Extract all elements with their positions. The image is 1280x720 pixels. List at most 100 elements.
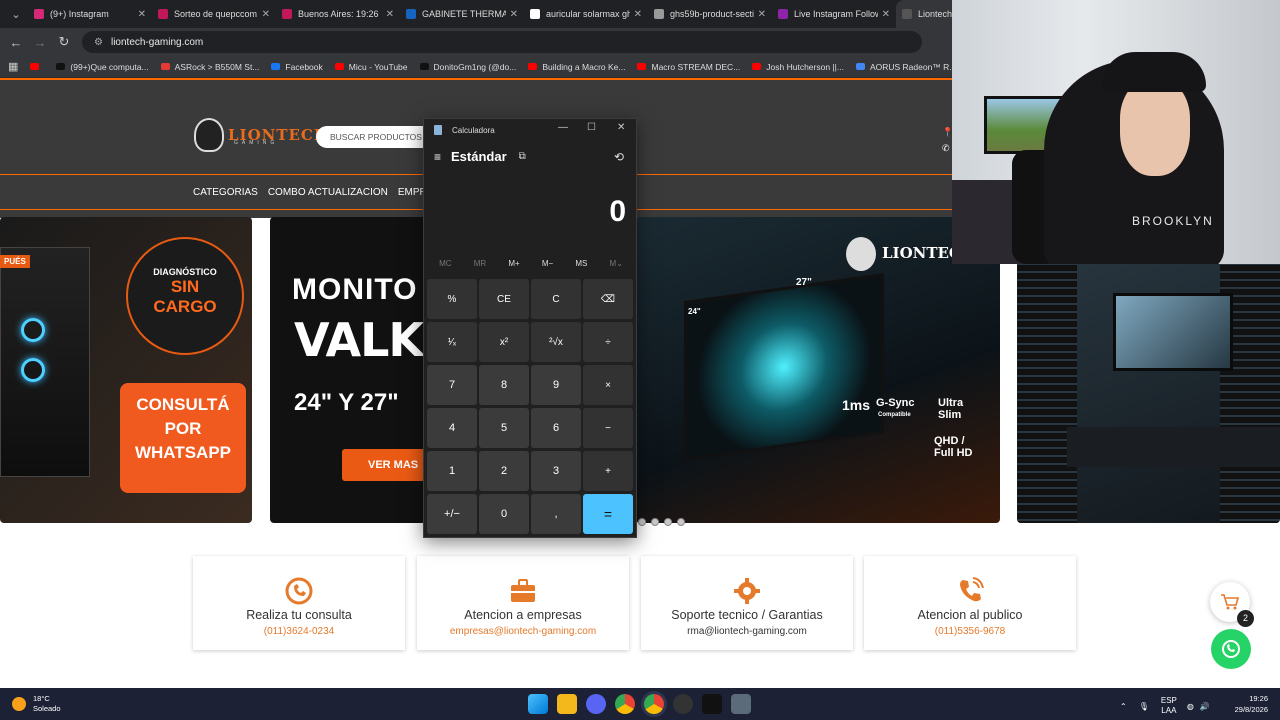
whatsapp-chat-button[interactable]	[1211, 629, 1251, 669]
chrome-icon[interactable]	[615, 694, 635, 714]
obs-icon[interactable]	[673, 694, 693, 714]
maximize-button[interactable]: ☐	[587, 122, 596, 133]
carousel-dot[interactable]	[651, 518, 659, 526]
memory-button[interactable]: MR	[474, 259, 486, 268]
carousel-dot[interactable]	[638, 518, 646, 526]
memory-button[interactable]: M−	[542, 259, 553, 268]
nav-categorias[interactable]: CATEGORIAS	[193, 187, 258, 198]
calc-key[interactable]: +	[583, 451, 633, 491]
url-bar[interactable]: ⚙ liontech-gaming.com	[82, 31, 922, 53]
microphone-icon[interactable]: 🎙	[1139, 702, 1149, 711]
memory-button[interactable]: M⌄	[610, 259, 623, 268]
close-button[interactable]: ✕	[617, 122, 625, 133]
calc-key[interactable]: −	[583, 408, 633, 448]
banner-monitor-specs[interactable]: LIONTECH 27" 24" 1ms G-Sync Compatible U…	[636, 217, 1000, 523]
file-explorer-icon[interactable]	[557, 694, 577, 714]
bookmark-item[interactable]: Facebook	[271, 62, 323, 72]
browser-tab[interactable]: (9+) Instagram ✕	[28, 0, 152, 28]
browser-tab[interactable]: GABINETE THERMALT ✕	[400, 0, 524, 28]
calc-key[interactable]: ¹⁄ₓ	[427, 322, 477, 362]
memory-button[interactable]: M+	[508, 259, 519, 268]
card-consulta[interactable]: Realiza tu consulta (011)3624-0234	[193, 556, 405, 650]
calc-key[interactable]: 1	[427, 451, 477, 491]
chrome-active-icon[interactable]	[644, 694, 664, 714]
chevron-up-icon[interactable]: ⌃	[1120, 702, 1127, 711]
card-empresas[interactable]: Atencion a empresas empresas@liontech-ga…	[417, 556, 629, 650]
browser-tab[interactable]: ghs59b-product-secti ✕	[648, 0, 772, 28]
calc-key[interactable]: ×	[583, 365, 633, 405]
calc-key[interactable]: ,	[531, 494, 581, 534]
history-icon[interactable]: ⟲	[614, 150, 624, 164]
calc-key[interactable]: 6	[531, 408, 581, 448]
calculator-titlebar[interactable]: Calculadora	[434, 125, 495, 135]
nav-combo-actualizacion[interactable]: COMBO ACTUALIZACION	[268, 187, 388, 198]
capcut-icon[interactable]	[702, 694, 722, 714]
site-info-icon[interactable]: ⚙	[94, 37, 103, 48]
tab-search-button[interactable]: ⌄	[4, 4, 28, 24]
memory-button[interactable]: MC	[439, 259, 451, 268]
volume-icon[interactable]: 🔊	[1200, 702, 1210, 711]
calc-key[interactable]: =	[583, 494, 633, 534]
calc-key[interactable]: 3	[531, 451, 581, 491]
site-logo[interactable]: LIONTECH GAMING	[194, 118, 329, 152]
calc-key[interactable]: ²√x	[531, 322, 581, 362]
banner-monitor-valkyrie[interactable]: MONITO VALK 24" Y 27" VER MAS	[270, 217, 440, 523]
calc-key[interactable]: %	[427, 279, 477, 319]
bookmark-item[interactable]: ASRock > B550M St...	[160, 62, 259, 72]
calc-key[interactable]: ÷	[583, 322, 633, 362]
card-email[interactable]: rma@liontech-gaming.com	[641, 626, 853, 637]
carousel-dot[interactable]	[664, 518, 672, 526]
card-email[interactable]: empresas@liontech-gaming.com	[417, 626, 629, 637]
card-phone[interactable]: (011)3624-0234	[193, 626, 405, 637]
hamburger-menu-icon[interactable]: ≡	[434, 150, 441, 164]
whatsapp-cta-box[interactable]: CONSULTÁ POR WHATSAPP	[120, 383, 246, 493]
card-soporte[interactable]: Soporte tecnico / Garantias rma@liontech…	[641, 556, 853, 650]
browser-tab[interactable]: auricular solarmax gh ✕	[524, 0, 648, 28]
calc-key[interactable]: 5	[479, 408, 529, 448]
calc-key[interactable]: x²	[479, 322, 529, 362]
bookmark-item[interactable]: DonitoGm1ng (@do...	[419, 62, 516, 72]
forward-button[interactable]: →	[28, 35, 52, 50]
calc-key[interactable]: 9	[531, 365, 581, 405]
memory-button[interactable]: MS	[575, 259, 587, 268]
calc-key[interactable]: C	[531, 279, 581, 319]
keep-on-top-icon[interactable]: ⧉	[519, 151, 526, 162]
close-tab-icon[interactable]: ✕	[758, 9, 766, 20]
apps-grid-icon[interactable]: ▦	[8, 60, 18, 73]
bookmark-item[interactable]: (99+)Que computa...	[56, 62, 149, 72]
browser-tab[interactable]: Sorteo de quepccom ✕	[152, 0, 276, 28]
bookmark-item[interactable]: AORUS Radeon™ R...	[855, 62, 956, 72]
close-tab-icon[interactable]: ✕	[510, 9, 518, 20]
calc-key[interactable]: 8	[479, 365, 529, 405]
banner-diagnostico[interactable]: PUÉS DIAGNÓSTICO SIN CARGO CONSULTÁ POR …	[0, 217, 252, 523]
close-tab-icon[interactable]: ✕	[634, 9, 642, 20]
start-button[interactable]	[528, 694, 548, 714]
close-tab-icon[interactable]: ✕	[262, 9, 270, 20]
discord-icon[interactable]	[586, 694, 606, 714]
close-tab-icon[interactable]: ✕	[882, 9, 890, 20]
language-indicator[interactable]: ESP LAA	[1161, 696, 1177, 716]
reload-button[interactable]: ↻	[52, 34, 76, 50]
close-tab-icon[interactable]: ✕	[138, 9, 146, 20]
bookmark-item[interactable]: Josh Hutcherson ||...	[752, 62, 844, 72]
card-phone[interactable]: (011)5356-9678	[864, 626, 1076, 637]
card-publico[interactable]: Atencion al publico (011)5356-9678	[864, 556, 1076, 650]
calc-key[interactable]: ⌫	[583, 279, 633, 319]
calc-key[interactable]: 0	[479, 494, 529, 534]
bookmark-item[interactable]	[30, 62, 44, 72]
calc-key[interactable]: CE	[479, 279, 529, 319]
carousel-dot[interactable]	[677, 518, 685, 526]
close-tab-icon[interactable]: ✕	[386, 9, 394, 20]
clock[interactable]: 19:26 29/8/2026	[1226, 693, 1268, 715]
calc-key[interactable]: 2	[479, 451, 529, 491]
bookmark-item[interactable]: Micu - YouTube	[334, 62, 408, 72]
weather-widget[interactable]: 18°C Soleado	[12, 694, 61, 714]
calc-key[interactable]: 7	[427, 365, 477, 405]
back-button[interactable]: ←	[4, 35, 28, 50]
calc-key[interactable]: 4	[427, 408, 477, 448]
calculator-taskbar-icon[interactable]	[731, 694, 751, 714]
bookmark-item[interactable]: Macro STREAM DEC...	[637, 62, 740, 72]
calc-key[interactable]: +/−	[427, 494, 477, 534]
bookmark-item[interactable]: Building a Macro Ke...	[528, 62, 625, 72]
wifi-icon[interactable]: ◍	[1187, 702, 1194, 711]
